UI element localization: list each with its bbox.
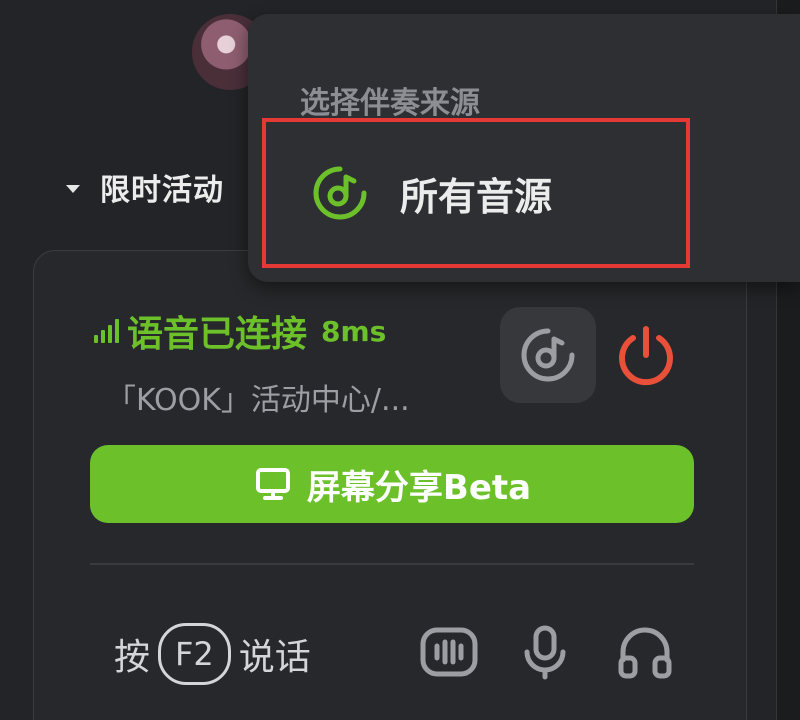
monitor-icon bbox=[255, 468, 290, 500]
screen-share-label: 屏幕分享Beta bbox=[306, 467, 532, 508]
noise-suppression-button[interactable] bbox=[414, 617, 484, 687]
latency-value: 8ms bbox=[321, 314, 387, 348]
screen-share-button[interactable]: 屏幕分享Beta bbox=[90, 445, 694, 523]
signal-icon bbox=[94, 319, 119, 343]
microphone-icon bbox=[524, 625, 566, 680]
accompaniment-source-menu: 选择伴奏来源 所有音源 bbox=[248, 14, 800, 282]
music-source-icon bbox=[313, 166, 367, 220]
disconnect-button[interactable] bbox=[612, 321, 680, 389]
menu-title: 选择伴奏来源 bbox=[300, 86, 480, 121]
headphones-icon bbox=[618, 627, 672, 679]
power-icon bbox=[619, 326, 673, 386]
voice-status: 语音已连接 8ms bbox=[94, 305, 386, 357]
menu-item-all-sources[interactable]: 所有音源 bbox=[262, 118, 690, 268]
voice-status-text: 语音已连接 bbox=[127, 314, 308, 355]
noise-suppression-icon bbox=[420, 627, 478, 677]
ptt-prefix: 按 bbox=[114, 637, 151, 678]
caret-down-icon bbox=[66, 185, 80, 193]
voice-panel: 语音已连接 8ms 「KOOK」活动中心/... 屏幕分享Beta 按 F2 说… bbox=[33, 250, 747, 720]
channel-name[interactable]: 「KOOK」活动中心/... bbox=[106, 375, 410, 419]
section-title: 限时活动 bbox=[100, 173, 224, 208]
headphones-button[interactable] bbox=[610, 617, 680, 687]
music-source-button[interactable] bbox=[500, 307, 596, 403]
microphone-button[interactable] bbox=[510, 617, 580, 687]
ptt-suffix: 说话 bbox=[238, 637, 311, 678]
push-to-talk-hint: 按 F2 说话 bbox=[114, 623, 311, 685]
section-header[interactable]: 限时活动 bbox=[66, 165, 224, 209]
ptt-key-badge: F2 bbox=[158, 623, 231, 685]
divider bbox=[90, 563, 694, 565]
menu-item-label: 所有音源 bbox=[400, 174, 553, 219]
music-source-icon bbox=[521, 328, 575, 382]
